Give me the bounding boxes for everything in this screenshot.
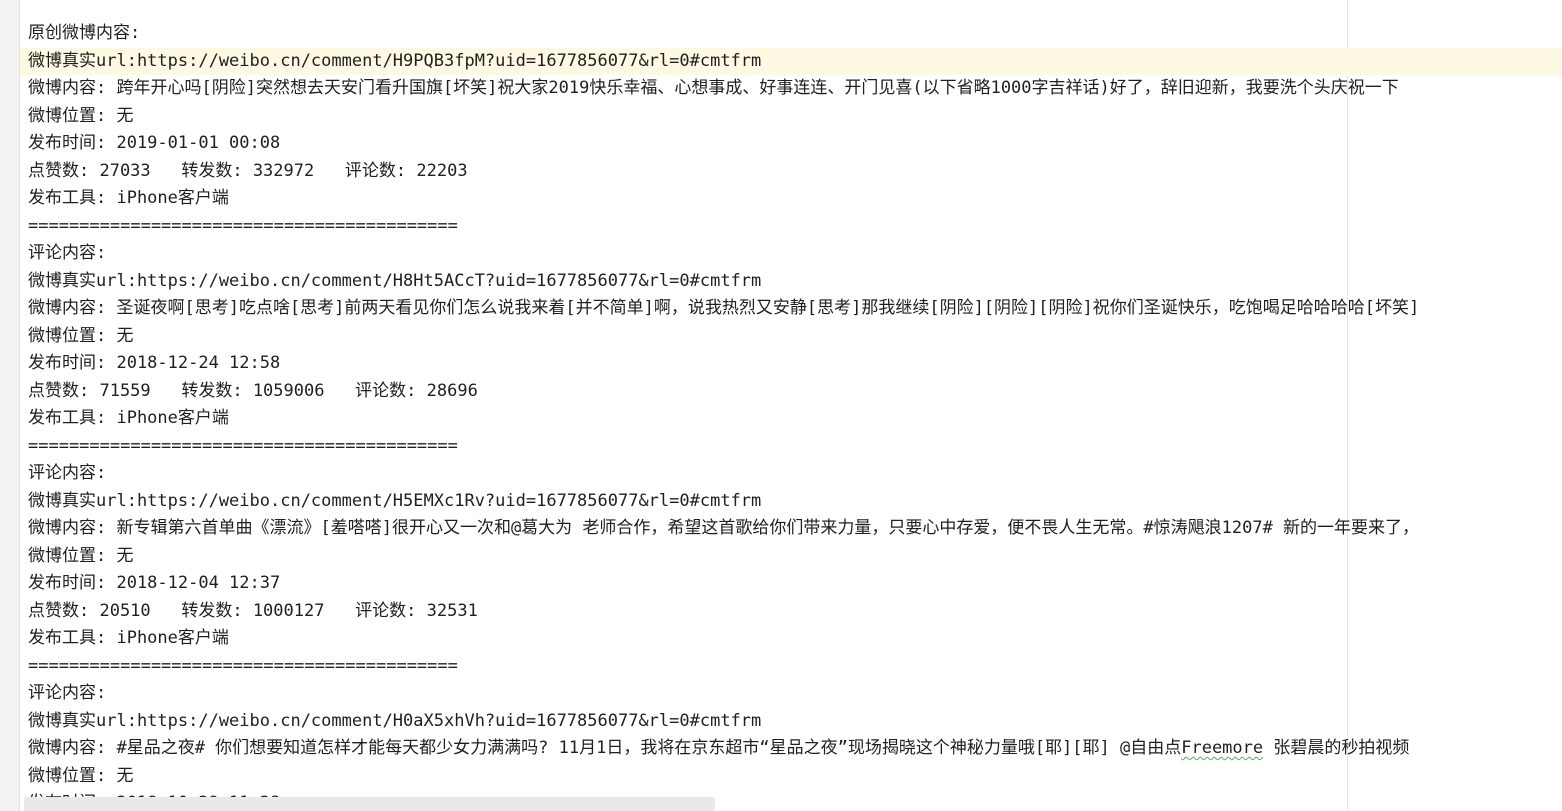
spellcheck-word: Freemore (1181, 738, 1264, 758)
text-line: 微博位置: 无 (28, 325, 134, 346)
text-segment: 张碧晨的秒拍视频 (1263, 738, 1410, 758)
text-line: 微博真实url:https://weibo.cn/comment/H5EMXc1… (28, 490, 762, 511)
text-editor[interactable]: 原创微博内容: 微博真实url:https://weibo.cn/comment… (0, 0, 1562, 811)
text-line: 微博真实url:https://weibo.cn/comment/H0aX5xh… (28, 710, 762, 731)
text-line: 发布时间: 2018-12-04 12:37 (28, 573, 281, 593)
text-line: 发布时间: 2018-12-24 12:58 (28, 353, 281, 373)
current-text-line: 微博真实url:https://weibo.cn/comment/H9PQB3f… (20, 47, 1562, 75)
text-line: 微博位置: 无 (28, 545, 134, 566)
text-line: 发布工具: iPhone客户端 (28, 628, 229, 648)
text-line: 评论内容: (28, 683, 107, 703)
text-line: 点赞数: 20510 转发数: 1000127 评论数: 32531 (28, 600, 478, 621)
text-line: 发布工具: iPhone客户端 (28, 408, 229, 428)
text-line: 微博位置: 无 (28, 765, 134, 786)
text-line: 微博内容: #星品之夜# 你们想要知道怎样才能每天都少女力满满吗? 11月1日，… (20, 735, 1562, 763)
text-line: 原创微博内容: (28, 23, 141, 43)
text-line: 发布工具: iPhone客户端 (28, 188, 229, 208)
text-line: 评论内容: (28, 243, 107, 263)
text-line: 微博内容: 跨年开心吗[阴险]突然想去天安门看升国旗[坏笑]祝大家2019快乐幸… (28, 78, 1399, 98)
text-line: 评论内容: (28, 463, 107, 483)
text-line: 微博内容: 圣诞夜啊[思考]吃点啥[思考]前两天看见你们怎么说我来着[并不简单]… (28, 298, 1420, 318)
editor-gutter (0, 0, 20, 811)
text-line: 微博真实url:https://weibo.cn/comment/H8Ht5AC… (28, 270, 762, 291)
text-line: 点赞数: 27033 转发数: 332972 评论数: 22203 (28, 160, 468, 181)
text-line: 微博内容: 新专辑第六首单曲《漂流》[羞嗒嗒]很开心又一次和@葛大为 老师合作，… (28, 518, 1420, 538)
separator-line: ========================================… (28, 435, 458, 456)
separator-line: ========================================… (28, 215, 458, 236)
text-segment: 微博内容: #星品之夜# 你们想要知道怎样才能每天都少女力满满吗? 11月1日，… (28, 738, 1182, 758)
separator-line: ========================================… (28, 655, 458, 676)
text-line: 微博位置: 无 (28, 105, 134, 126)
text-line: 点赞数: 71559 转发数: 1059006 评论数: 28696 (28, 380, 478, 401)
horizontal-scrollbar[interactable] (24, 797, 715, 811)
text-content[interactable]: 原创微博内容: 微博真实url:https://weibo.cn/comment… (20, 20, 1562, 811)
text-line: 发布时间: 2019-01-01 00:08 (28, 133, 281, 153)
